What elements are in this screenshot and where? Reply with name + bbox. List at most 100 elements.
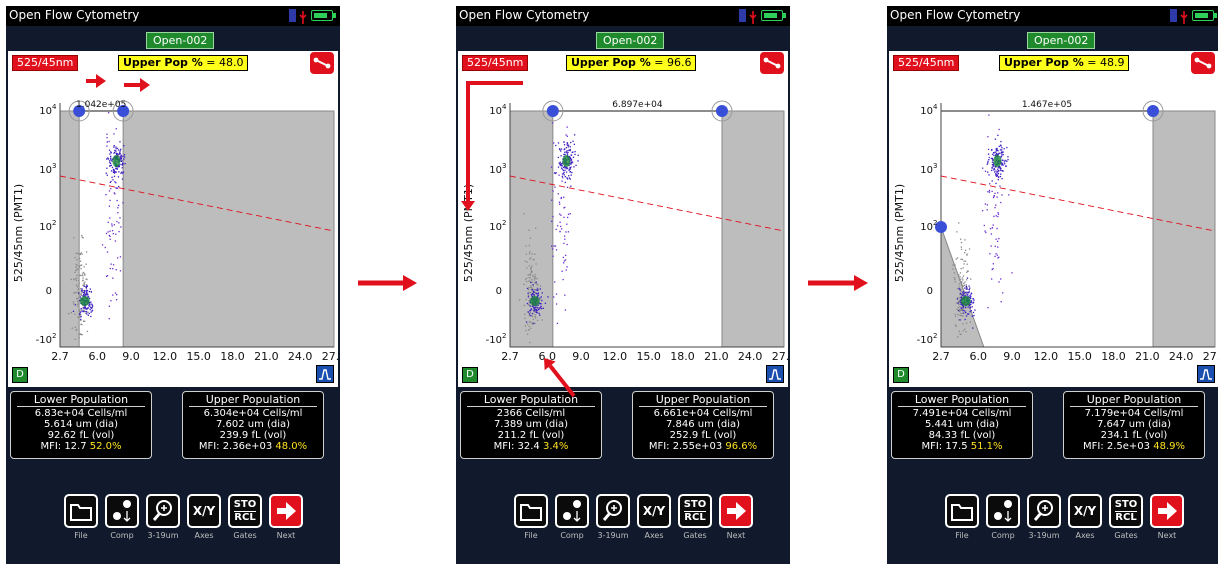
- event-dot: [120, 148, 122, 151]
- event-dot: [106, 251, 109, 253]
- event-dot: [83, 309, 85, 311]
- event-dot: [81, 236, 83, 238]
- x-tick-label: 6.0: [538, 350, 556, 363]
- event-dot: [526, 267, 528, 269]
- event-dot: [116, 220, 118, 223]
- event-dot: [81, 234, 83, 237]
- event-dot: [962, 291, 964, 293]
- gate-shape-icon[interactable]: [310, 52, 334, 74]
- gate-shape-icon[interactable]: [760, 52, 784, 74]
- channel-label[interactable]: 525/45nm: [893, 55, 960, 71]
- display-mode-button[interactable]: D: [893, 367, 909, 383]
- toolbar-gates-button[interactable]: STO RCL Gates: [226, 494, 264, 556]
- upper-pop-label: Upper Pop %: [571, 56, 651, 69]
- gate-handle[interactable]: [1146, 105, 1159, 117]
- event-dot: [83, 282, 85, 284]
- event-dot: [554, 186, 556, 188]
- scatter-plot[interactable]: 1.042e+05 2.7 6.0 9.0 12.0 15.0 18.0 21.0 24.0 27…: [8, 77, 338, 363]
- toolbar-next-button[interactable]: Next: [267, 494, 305, 556]
- event-dot: [965, 279, 968, 281]
- toolbar-gates-button[interactable]: STO RCL Gates: [676, 494, 714, 556]
- toolbar-comp-button[interactable]: Comp: [103, 494, 141, 556]
- toolbar-label: 3-19um: [147, 531, 179, 540]
- x-tick-label: 9.0: [122, 350, 140, 363]
- sample-name[interactable]: Open-002: [1027, 32, 1096, 49]
- display-mode-button[interactable]: D: [12, 367, 28, 383]
- event-dot: [1001, 147, 1003, 149]
- event-dot: [525, 298, 527, 301]
- event-dot: [538, 312, 540, 314]
- scatter-plot[interactable]: 6.897e+04 2.7 6.0 9.0 12.0 15.0 18.0 21.0 24.0 27…: [458, 77, 788, 363]
- histogram-icon[interactable]: [1197, 365, 1215, 383]
- event-dot: [530, 266, 532, 269]
- event-dot: [577, 160, 579, 162]
- file-icon: [514, 494, 548, 528]
- event-dot: [105, 275, 108, 278]
- event-dot: [960, 278, 962, 280]
- toolbar-file-button[interactable]: File: [512, 494, 550, 556]
- event-dot: [524, 325, 526, 327]
- toolbar-comp-button[interactable]: Comp: [553, 494, 591, 556]
- toolbar-next-button[interactable]: Next: [717, 494, 755, 556]
- event-dot: [965, 284, 967, 286]
- gate-handle[interactable]: [546, 105, 559, 117]
- event-dot: [119, 217, 121, 219]
- event-dot: [563, 144, 566, 146]
- event-dot: [535, 289, 537, 291]
- event-dot: [530, 293, 533, 296]
- event-dot: [541, 319, 543, 321]
- y-tick-exponent: 4: [52, 103, 57, 111]
- toolbar-axes-button[interactable]: X/Y Axes: [1066, 494, 1104, 556]
- channel-label[interactable]: 525/45nm: [12, 55, 79, 71]
- y-tick-label: 10: [489, 222, 502, 233]
- event-dot: [110, 159, 112, 161]
- event-dot: [963, 263, 965, 265]
- event-dot: [528, 244, 530, 247]
- outer-gate-region: [1152, 110, 1216, 348]
- toolbar-zoom-button[interactable]: 3-19um: [594, 494, 632, 556]
- event-dot: [1006, 146, 1008, 149]
- event-dot: [564, 238, 566, 240]
- x-tick-label: 18.0: [220, 350, 245, 363]
- event-dot: [118, 152, 121, 155]
- y-tick-label: 10: [920, 106, 933, 117]
- gate-shape-icon[interactable]: [1191, 52, 1215, 74]
- toolbar-axes-button[interactable]: X/Y Axes: [185, 494, 223, 556]
- scatter-plot[interactable]: 1.467e+05 2.7 6.0 9.0 12.0 15.0 18.0 21.0 24.0 27…: [889, 77, 1218, 363]
- event-dot: [575, 164, 577, 166]
- event-dot: [75, 284, 78, 286]
- event-dot: [969, 321, 972, 323]
- toolbar-file-button[interactable]: File: [943, 494, 981, 556]
- event-dot: [109, 199, 111, 202]
- event-dot: [558, 201, 561, 203]
- event-dot: [958, 319, 960, 321]
- toolbar-comp-button[interactable]: Comp: [984, 494, 1022, 556]
- event-dot: [552, 216, 554, 218]
- event-dot: [530, 315, 532, 317]
- display-mode-button[interactable]: D: [462, 367, 478, 383]
- event-dot: [996, 254, 998, 256]
- event-dot: [570, 174, 572, 176]
- toolbar-gates-button[interactable]: STO RCL Gates: [1107, 494, 1145, 556]
- scatter-plot-panel[interactable]: 525/45nm Upper Pop % = 48.0 1.042e+05 2.7 6.…: [8, 51, 338, 387]
- event-dot: [991, 149, 993, 151]
- toolbar-zoom-button[interactable]: 3-19um: [144, 494, 182, 556]
- scatter-plot-panel[interactable]: 525/45nm Upper Pop % = 48.9 1.467e+05 2.7 6.…: [889, 51, 1218, 387]
- toolbar-file-button[interactable]: File: [62, 494, 100, 556]
- event-dot: [91, 309, 94, 311]
- event-dot: [553, 142, 555, 144]
- gate-handle[interactable]: [715, 105, 728, 117]
- toolbar-next-button[interactable]: Next: [1148, 494, 1186, 556]
- scatter-plot-panel[interactable]: 525/45nm Upper Pop % = 96.6 6.897e+04 2.7 6.…: [458, 51, 788, 387]
- histogram-icon[interactable]: [766, 365, 784, 383]
- event-dot: [563, 148, 565, 151]
- event-dot: [116, 147, 119, 150]
- sample-name[interactable]: Open-002: [146, 32, 215, 49]
- toolbar-zoom-button[interactable]: 3-19um: [1025, 494, 1063, 556]
- channel-label[interactable]: 525/45nm: [462, 55, 529, 71]
- sample-name[interactable]: Open-002: [596, 32, 665, 49]
- toolbar-axes-button[interactable]: X/Y Axes: [635, 494, 673, 556]
- histogram-icon[interactable]: [316, 365, 334, 383]
- event-dot: [953, 272, 956, 274]
- event-dot: [77, 252, 79, 255]
